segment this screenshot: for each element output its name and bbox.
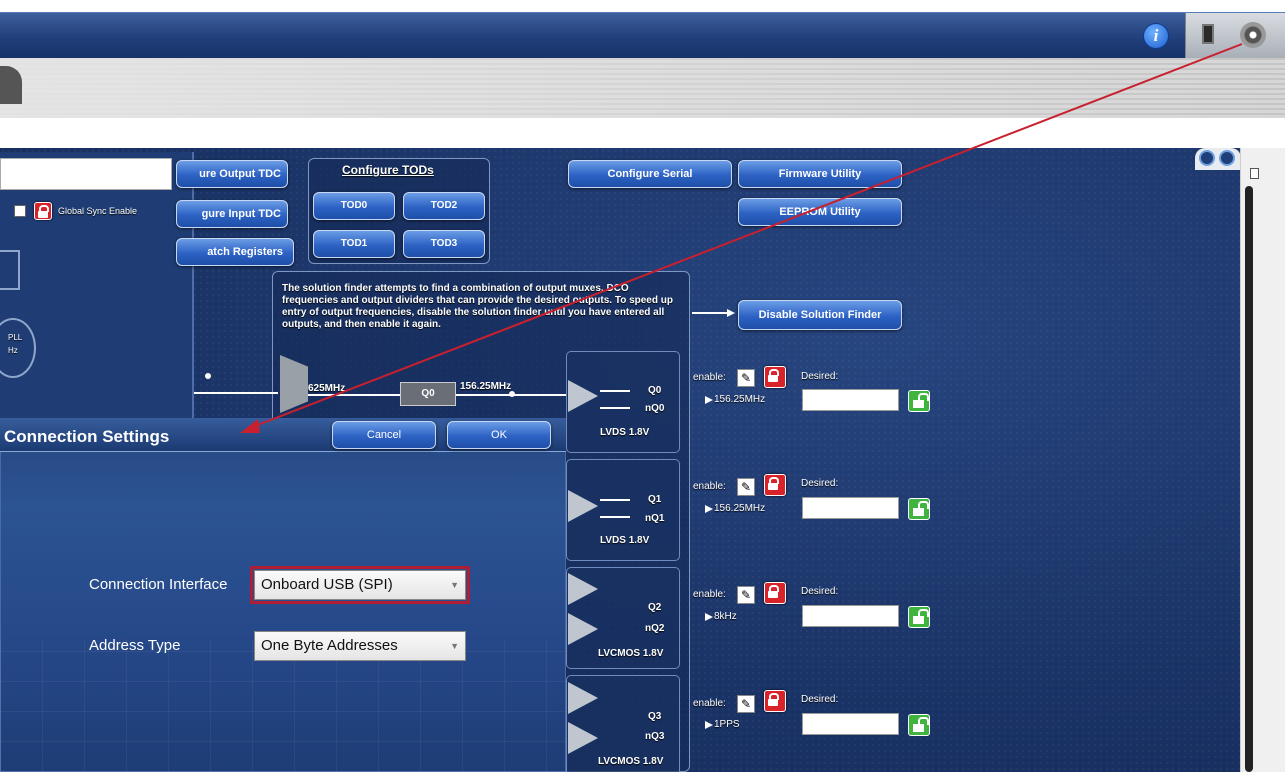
q3-enable-label: enable:: [693, 698, 726, 709]
lock-icon[interactable]: [34, 202, 52, 220]
block-outline: [0, 250, 20, 290]
q2-lock-icon[interactable]: [764, 582, 786, 604]
nq1-label: nQ1: [645, 513, 665, 524]
banner-strip: [0, 118, 1285, 148]
zoom-out-icon[interactable]: [1219, 150, 1235, 166]
q3-edit-icon[interactable]: ✎: [737, 695, 755, 713]
pll-label: PLL: [8, 333, 23, 342]
q3-standard: LVCMOS 1.8V: [598, 756, 664, 767]
gear-icon[interactable]: [1240, 22, 1266, 48]
nq3-label: nQ3: [645, 731, 665, 742]
q2-label: Q2: [648, 602, 662, 613]
q0-lock-icon[interactable]: [764, 366, 786, 388]
cancel-button[interactable]: Cancel: [332, 421, 436, 449]
configure-serial-button[interactable]: Configure Serial: [568, 160, 732, 188]
q1-lock-icon[interactable]: [764, 474, 786, 496]
junction-dot: [205, 373, 211, 379]
header-banner: [0, 58, 1285, 118]
q1-enable-label: enable:: [693, 481, 726, 492]
q0-buffer: [568, 380, 598, 412]
q2-unlock-icon[interactable]: [908, 606, 930, 628]
tod1-button[interactable]: TOD1: [313, 230, 395, 258]
q0-divider-box[interactable]: Q0: [400, 382, 456, 406]
input-frequency: 625MHz: [308, 383, 346, 394]
firmware-utility-button[interactable]: Firmware Utility: [738, 160, 902, 188]
tod2-button[interactable]: TOD2: [403, 192, 485, 220]
disable-solution-finder-button[interactable]: Disable Solution Finder: [738, 300, 902, 330]
q3-frequency: 1PPS: [714, 719, 740, 730]
q2-desired-label: Desired:: [801, 586, 839, 597]
q2-edit-icon[interactable]: ✎: [737, 586, 755, 604]
q2-buffer-a: [568, 573, 598, 605]
q1-desired-label: Desired:: [801, 478, 839, 489]
q1-desired-input[interactable]: [802, 497, 899, 519]
title-bar: [0, 12, 1285, 59]
toolbar-right-box: [1185, 13, 1285, 59]
configure-input-tdc-button[interactable]: gure Input TDC: [176, 200, 288, 228]
q2-frequency: 8kHz: [714, 611, 737, 622]
q1-label: Q1: [648, 494, 662, 505]
q1-unlock-icon[interactable]: [908, 498, 930, 520]
q2-desired-input[interactable]: [802, 605, 899, 627]
q0-desired-label: Desired:: [801, 371, 839, 382]
q0-frequency: 156.25MHz: [714, 394, 766, 405]
divider-dot: [509, 391, 515, 397]
eeprom-utility-button[interactable]: EEPROM Utility: [738, 198, 902, 226]
configure-tods-title: Configure TODs: [342, 163, 434, 177]
q3-unlock-icon[interactable]: [908, 714, 930, 736]
info-icon[interactable]: i: [1143, 23, 1169, 49]
divider-frequency: 156.25MHz: [460, 381, 512, 392]
connection-interface-label: Connection Interface: [89, 576, 228, 593]
address-type-select[interactable]: One Byte Addresses ▼: [254, 631, 466, 661]
tod3-button[interactable]: TOD3: [403, 230, 485, 258]
address-type-label: Address Type: [89, 637, 181, 654]
q2-enable-label: enable:: [693, 589, 726, 600]
q3-desired-input[interactable]: [802, 713, 899, 735]
solution-finder-text: The solution finder attempts to find a c…: [282, 283, 673, 330]
annotation-highlight: [250, 566, 470, 604]
configure-output-tdc-button[interactable]: ure Output TDC: [176, 160, 288, 188]
connector-line: [692, 312, 728, 314]
q3-label: Q3: [648, 711, 662, 722]
tod0-button[interactable]: TOD0: [313, 192, 395, 220]
q3-buffer-a: [568, 682, 598, 714]
left-panel: [0, 152, 194, 442]
q2-standard: LVCMOS 1.8V: [598, 648, 664, 659]
scroll-thumb[interactable]: [1245, 186, 1253, 772]
banner-tab: [0, 66, 22, 104]
q3-lock-icon[interactable]: [764, 690, 786, 712]
hz-label: Hz: [8, 346, 18, 355]
q0-desired-input[interactable]: [802, 389, 899, 411]
dialog-title: Connection Settings: [4, 427, 170, 446]
latch-registers-button[interactable]: atch Registers: [176, 238, 294, 266]
q0-standard: LVDS 1.8V: [600, 427, 650, 438]
device-chip-icon[interactable]: [1202, 24, 1214, 44]
nq0-label: nQ0: [645, 403, 665, 414]
q3-desired-label: Desired:: [801, 694, 839, 705]
q0-enable-label: enable:: [693, 372, 726, 383]
nq2-label: nQ2: [645, 623, 665, 634]
scroll-up-button[interactable]: [1250, 168, 1259, 179]
q0-unlock-icon[interactable]: [908, 390, 930, 412]
left-panel-input[interactable]: [0, 158, 172, 190]
q3-buffer-b: [568, 722, 598, 754]
ok-button[interactable]: OK: [447, 421, 551, 449]
dco-line: [308, 394, 400, 396]
q1-buffer: [568, 490, 598, 522]
q2-buffer-b: [568, 613, 598, 645]
q0-edit-icon[interactable]: ✎: [737, 369, 755, 387]
app-window: i Global Sync Enable PLL Hz ure Output T…: [0, 0, 1285, 772]
input-line: [194, 392, 278, 394]
connector-arrow: [727, 309, 735, 317]
q1-frequency: 156.25MHz: [714, 503, 766, 514]
q0-label: Q0: [648, 385, 662, 396]
global-sync-label: Global Sync Enable: [58, 206, 138, 216]
q1-standard: LVDS 1.8V: [600, 535, 650, 546]
address-type-value: One Byte Addresses: [261, 637, 398, 654]
global-sync-checkbox[interactable]: [14, 205, 26, 217]
zoom-in-icon[interactable]: [1199, 150, 1215, 166]
q1-edit-icon[interactable]: ✎: [737, 478, 755, 496]
chevron-down-icon: ▼: [450, 641, 459, 651]
